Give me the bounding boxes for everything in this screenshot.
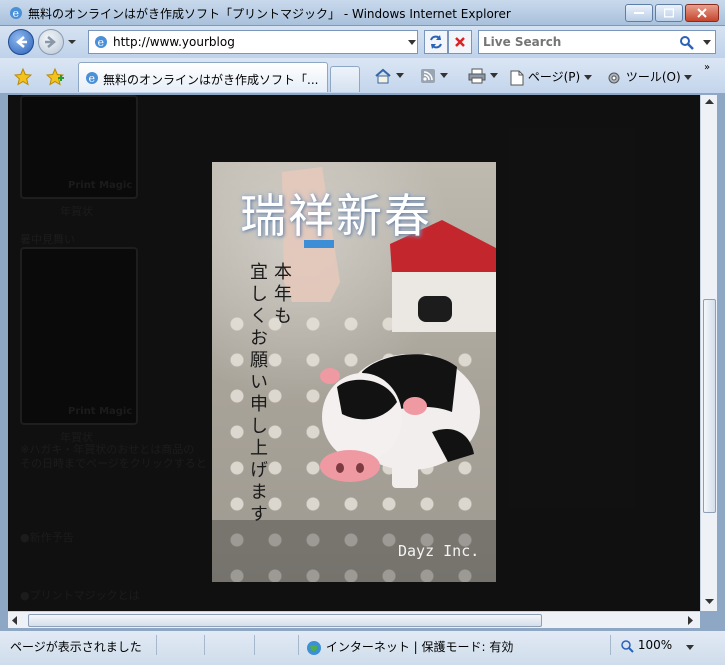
close-button[interactable] — [685, 4, 719, 22]
maximize-button[interactable] — [655, 4, 683, 22]
horizontal-scroll-thumb[interactable] — [28, 614, 542, 627]
chevron-down-icon — [395, 73, 404, 78]
page-menu-icon — [510, 70, 524, 85]
scroll-down-icon[interactable] — [705, 599, 714, 605]
svg-text:e: e — [98, 36, 105, 49]
feeds-icon — [421, 69, 435, 83]
scroll-left-icon[interactable] — [12, 616, 18, 625]
status-divider — [204, 635, 205, 655]
page-menu-button[interactable]: ページ(P) — [510, 68, 593, 86]
chevron-down-icon — [584, 74, 593, 80]
page-content: Print Magic 年賀状 暑中見舞い Print Magic 年賀状 ※ハ… — [8, 95, 700, 611]
tools-menu-label: ツール(O) — [625, 70, 681, 84]
back-button[interactable] — [8, 29, 34, 55]
status-divider — [298, 635, 299, 655]
search-box[interactable] — [478, 30, 716, 54]
chevron-down-icon — [489, 73, 498, 78]
new-tab-button[interactable] — [330, 66, 360, 92]
zoom-icon — [621, 639, 634, 653]
zone-label: インターネット | 保護モード: 有効 — [325, 640, 514, 654]
address-toolbar: e http://www.yourblog — [0, 26, 725, 58]
card-credit: Dayz Inc. — [398, 542, 480, 560]
card-message-line1: 本年も — [271, 262, 292, 328]
address-bar[interactable]: e http://www.yourblog — [88, 30, 418, 54]
status-divider — [254, 635, 255, 655]
page-icon: e — [95, 36, 107, 49]
address-dropdown-icon[interactable] — [408, 40, 416, 46]
printer-icon — [468, 68, 486, 84]
svg-text:e: e — [13, 7, 20, 20]
search-input[interactable] — [483, 34, 673, 50]
tools-menu-button[interactable]: ツール(O) — [606, 68, 693, 86]
url-text[interactable]: http://www.yourblog — [113, 35, 235, 49]
recent-pages-dropdown-icon[interactable] — [68, 38, 76, 46]
zoom-level: 100% — [637, 638, 673, 652]
print-button[interactable] — [468, 68, 498, 86]
chevron-down-icon — [684, 74, 693, 80]
card-message-line2: 宜しくお願い申し上げます — [247, 262, 268, 526]
vertical-scroll-thumb[interactable] — [703, 299, 716, 513]
svg-text:e: e — [89, 72, 96, 85]
stop-icon — [455, 37, 465, 47]
window-title: 無料のオンラインはがき作成ソフト「プリントマジック」 - Windows Int… — [28, 7, 511, 21]
more-commands-icon[interactable]: » — [704, 62, 710, 73]
forward-button[interactable] — [38, 29, 64, 55]
tab-current[interactable]: e 無料のオンラインはがき作成ソフト「... — [78, 62, 328, 92]
security-zone[interactable]: インターネット | 保護モード: 有効 — [306, 638, 513, 656]
home-icon — [375, 68, 391, 84]
maximize-icon — [664, 8, 674, 18]
page-menu-label: ページ(P) — [527, 70, 581, 84]
chevron-down-icon — [439, 73, 448, 78]
ie-icon: e — [10, 7, 22, 20]
scroll-right-icon[interactable] — [688, 616, 694, 625]
refresh-icon — [430, 35, 442, 49]
feeds-button[interactable] — [420, 68, 448, 86]
new-year-card-image[interactable]: 瑞祥新春 本年も 宜しくお願い申し上げます Dayz Inc. — [212, 162, 496, 582]
tab-toolbar: e 無料のオンラインはがき作成ソフト「... ページ(P) ツール(O) » — [0, 58, 725, 94]
refresh-button[interactable] — [424, 30, 448, 54]
page-icon: e — [86, 72, 98, 85]
stop-button[interactable] — [448, 30, 472, 54]
vertical-scrollbar[interactable] — [700, 95, 717, 611]
status-divider — [156, 635, 157, 655]
forward-arrow-icon — [45, 36, 56, 48]
minimize-icon — [634, 12, 644, 14]
minimize-button[interactable] — [625, 4, 653, 22]
gear-icon — [608, 72, 620, 83]
tab-label: 無料のオンラインはがき作成ソフト「... — [103, 73, 319, 87]
search-icon[interactable] — [679, 35, 695, 51]
status-divider — [610, 635, 611, 655]
title-bar: e 無料のオンラインはがき作成ソフト「プリントマジック」 - Windows I… — [0, 0, 725, 26]
favorites-star-icon[interactable] — [14, 68, 32, 86]
horizontal-scrollbar[interactable] — [8, 611, 700, 628]
globe-icon — [307, 640, 321, 655]
zoom-control[interactable]: 100% — [620, 638, 672, 653]
add-favorites-icon[interactable] — [46, 68, 64, 86]
home-button[interactable] — [374, 68, 404, 86]
status-text: ページが表示されました — [10, 640, 142, 654]
status-bar: ページが表示されました インターネット | 保護モード: 有効 100% — [0, 630, 725, 665]
scroll-up-icon[interactable] — [705, 99, 714, 105]
close-icon — [697, 8, 707, 18]
zoom-dropdown-icon[interactable] — [686, 645, 694, 651]
search-dropdown-icon[interactable] — [703, 40, 711, 46]
card-title: 瑞祥新春 — [240, 189, 432, 243]
back-arrow-icon — [16, 36, 27, 48]
